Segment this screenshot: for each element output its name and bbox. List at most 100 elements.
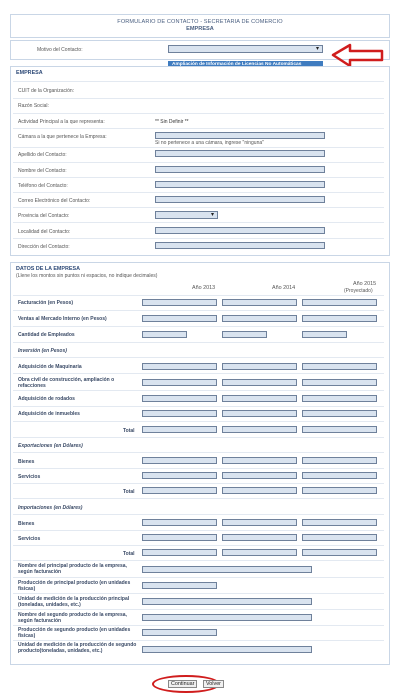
year1-header: Año 2013 (192, 285, 216, 291)
divider (13, 468, 384, 469)
direccion-label: Dirección del Contacto: (18, 244, 70, 250)
form-subtitle: EMPRESA (186, 26, 214, 32)
divider (13, 326, 384, 327)
ventas-label: Ventas al Mercado Interno (en Pesos) (18, 316, 107, 322)
prod2-nombre-label: Nombre del segundo producto de la empres… (18, 612, 127, 624)
divider (13, 342, 384, 343)
datos-title: DATOS DE LA EMPRESA (16, 266, 80, 272)
import-servicios-2014[interactable] (222, 534, 297, 541)
export-servicios-label: Servicios (18, 474, 41, 480)
rodados-2014[interactable] (222, 395, 297, 402)
import-total-2015[interactable] (302, 549, 377, 556)
inversion-total-2015[interactable] (302, 426, 377, 433)
import-total-2013[interactable] (142, 549, 217, 556)
export-bienes-2013[interactable] (142, 457, 217, 464)
export-bienes-2015[interactable] (302, 457, 377, 464)
empleados-2013[interactable] (142, 331, 187, 338)
obra-civil-2013[interactable] (142, 379, 217, 386)
ventas-2015[interactable] (302, 315, 377, 322)
divider (13, 357, 384, 358)
divider (13, 113, 384, 114)
divider (13, 192, 384, 193)
localidad-input[interactable] (155, 227, 325, 234)
year2-header: Año 2014 (272, 285, 296, 291)
import-title: Importaciones (en Dólares) (18, 505, 83, 511)
divider (13, 295, 384, 296)
localidad-label: Localidad del Contacto: (18, 229, 71, 235)
volver-button[interactable]: Volver (203, 680, 224, 688)
divider (13, 207, 384, 208)
obra-civil-2015[interactable] (302, 379, 377, 386)
year3-header: Año 2015 (353, 281, 377, 287)
provincia-label: Provincia del Contacto: (18, 213, 70, 219)
import-servicios-2015[interactable] (302, 534, 377, 541)
facturacion-2014[interactable] (222, 299, 297, 306)
obra-civil-2014[interactable] (222, 379, 297, 386)
export-servicios-2014[interactable] (222, 472, 297, 479)
provincia-select[interactable]: ▾ (155, 211, 218, 219)
maquinaria-2013[interactable] (142, 363, 217, 370)
prod2-unidad-input[interactable] (142, 646, 312, 653)
form-title: FORMULARIO DE CONTACTO - SECRETARIA DE C… (117, 19, 283, 25)
divider (13, 530, 384, 531)
inmuebles-2013[interactable] (142, 410, 217, 417)
nombre-input[interactable] (155, 166, 325, 173)
prod2-nombre-input[interactable] (142, 614, 312, 621)
ventas-2013[interactable] (142, 315, 217, 322)
export-total-2015[interactable] (302, 487, 377, 494)
prod2-produccion-input[interactable] (142, 629, 217, 636)
prod1-nombre-input[interactable] (142, 566, 312, 573)
divider (13, 514, 384, 515)
actividad-value: ** Sin Definir ** (155, 119, 189, 125)
maquinaria-label: Adquisición de Maquinaria (18, 364, 82, 370)
export-servicios-2015[interactable] (302, 472, 377, 479)
motivo-select[interactable]: ▾ (168, 45, 323, 53)
prod1-produccion-label: Producción de principal producto (en uni… (18, 580, 131, 592)
maquinaria-2015[interactable] (302, 363, 377, 370)
inmuebles-label: Adquisición de inmuebles (18, 411, 80, 417)
divider (13, 373, 384, 374)
continuar-button[interactable]: Continuar (168, 680, 198, 688)
empleados-2014[interactable] (222, 331, 267, 338)
apellido-input[interactable] (155, 150, 325, 157)
import-servicios-2013[interactable] (142, 534, 217, 541)
empleados-label: Cantidad de Empleados (18, 332, 75, 338)
facturacion-2013[interactable] (142, 299, 217, 306)
inmuebles-2014[interactable] (222, 410, 297, 417)
maquinaria-2014[interactable] (222, 363, 297, 370)
empresa-title: EMPRESA (16, 70, 43, 76)
correo-input[interactable] (155, 196, 325, 203)
camara-input[interactable] (155, 132, 325, 139)
inmuebles-2015[interactable] (302, 410, 377, 417)
direccion-input[interactable] (155, 242, 325, 249)
import-bienes-2014[interactable] (222, 519, 297, 526)
export-servicios-2013[interactable] (142, 472, 217, 479)
divider (13, 609, 384, 610)
prod1-nombre-label: Nombre del principal producto de la empr… (18, 563, 127, 575)
rodados-2013[interactable] (142, 395, 217, 402)
empleados-2015[interactable] (302, 331, 347, 338)
export-total-2013[interactable] (142, 487, 217, 494)
import-bienes-2015[interactable] (302, 519, 377, 526)
telefono-input[interactable] (155, 181, 325, 188)
inversion-total-2014[interactable] (222, 426, 297, 433)
rodados-2015[interactable] (302, 395, 377, 402)
import-total-2014[interactable] (222, 549, 297, 556)
divider (13, 560, 384, 561)
ventas-2014[interactable] (222, 315, 297, 322)
export-title: Exportaciones (en Dólares) (18, 443, 83, 449)
facturacion-2015[interactable] (302, 299, 377, 306)
prod1-unidad-input[interactable] (142, 598, 312, 605)
prod2-produccion-label: Producción de segundo producto (en unida… (18, 627, 131, 639)
inversion-total-2013[interactable] (142, 426, 217, 433)
export-bienes-2014[interactable] (222, 457, 297, 464)
motivo-label: Motivo del Contacto: (37, 47, 83, 53)
divider (13, 177, 384, 178)
divider (13, 545, 384, 546)
divider (13, 238, 384, 239)
rodados-label: Adquisición de rodados (18, 396, 75, 402)
export-total-2014[interactable] (222, 487, 297, 494)
cuit-label: CUIT de la Organización: (18, 88, 75, 94)
import-bienes-2013[interactable] (142, 519, 217, 526)
prod1-produccion-input[interactable] (142, 582, 217, 589)
